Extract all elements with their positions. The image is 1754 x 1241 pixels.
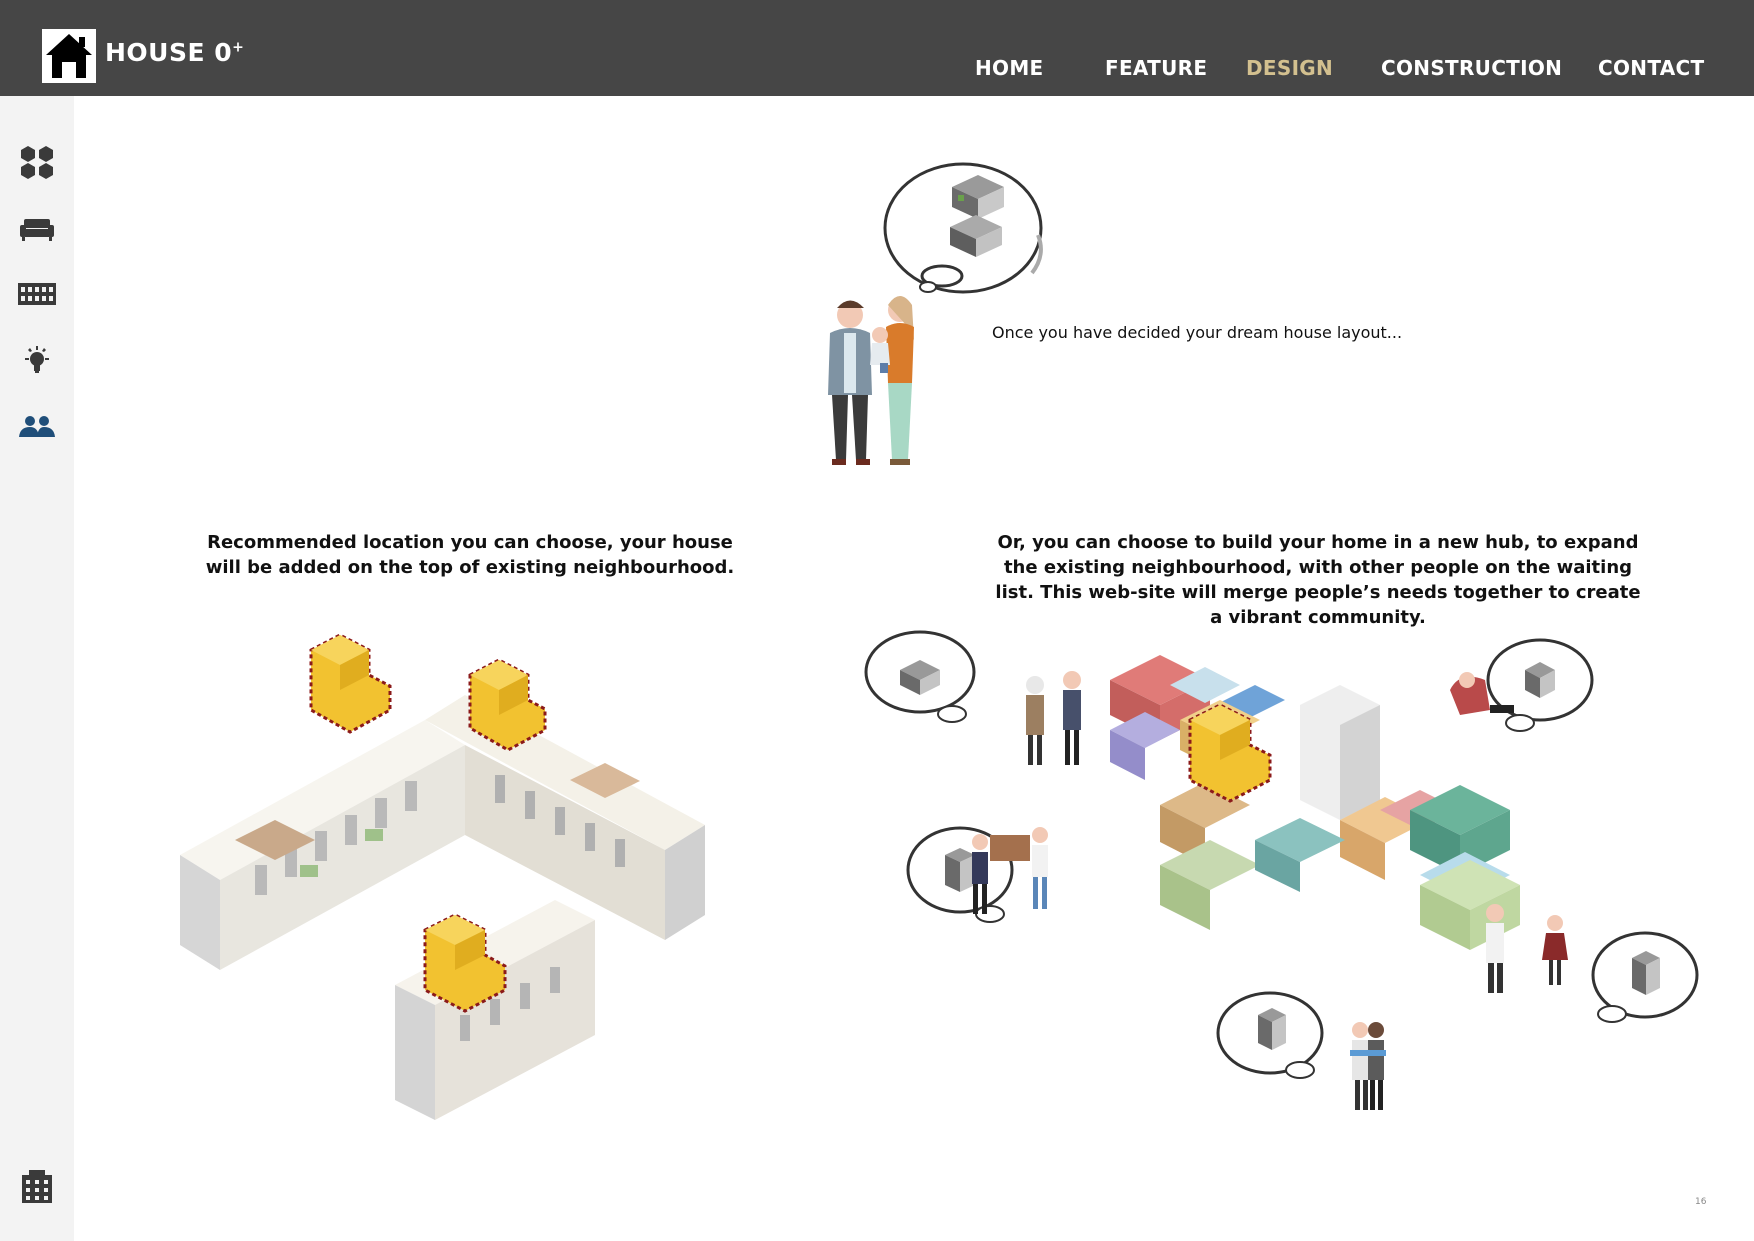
building-icon[interactable] [17, 1167, 57, 1207]
right-caption: Or, you can choose to build your home in… [995, 532, 1641, 628]
intro-text: Once you have decided your dream house l… [992, 323, 1403, 342]
cubes-icon[interactable] [17, 142, 57, 182]
left-caption: Recommended location you can choose, you… [205, 532, 735, 578]
family-illustration [828, 162, 1043, 465]
nav-construction[interactable]: CONSTRUCTION [1381, 56, 1562, 80]
top-nav-bar: HOUSE 0+ HOME FEATURE DESIGN CONSTRUCTIO… [0, 0, 1754, 96]
house-logo-icon[interactable] [42, 29, 96, 83]
new-hub-illustration [864, 630, 1699, 1110]
page-number: 16 [1695, 1197, 1707, 1207]
people-group-5 [1486, 904, 1568, 993]
nav-design[interactable]: DESIGN [1246, 56, 1333, 80]
logo-text[interactable]: HOUSE 0+ [105, 38, 244, 67]
existing-neighbourhood-illustration [180, 633, 705, 1120]
sofa-icon[interactable] [17, 208, 57, 248]
thought-bubble-1 [864, 630, 976, 723]
people-group-1 [1026, 671, 1081, 765]
nav-contact[interactable]: CONTACT [1598, 56, 1704, 80]
facade-icon[interactable] [17, 274, 57, 314]
thought-bubble-5 [1591, 931, 1699, 1023]
sidebar [0, 96, 74, 1241]
thought-bubble-3 [1216, 991, 1324, 1079]
highlighted-house-1 [309, 633, 392, 734]
nav-home[interactable]: HOME [975, 56, 1044, 80]
lightbulb-icon[interactable] [17, 340, 57, 380]
people-icon[interactable] [17, 406, 57, 446]
people-group-3 [1350, 1022, 1386, 1110]
nav-feature[interactable]: FEATURE [1105, 56, 1207, 80]
thought-bubble-4 [1486, 638, 1594, 732]
